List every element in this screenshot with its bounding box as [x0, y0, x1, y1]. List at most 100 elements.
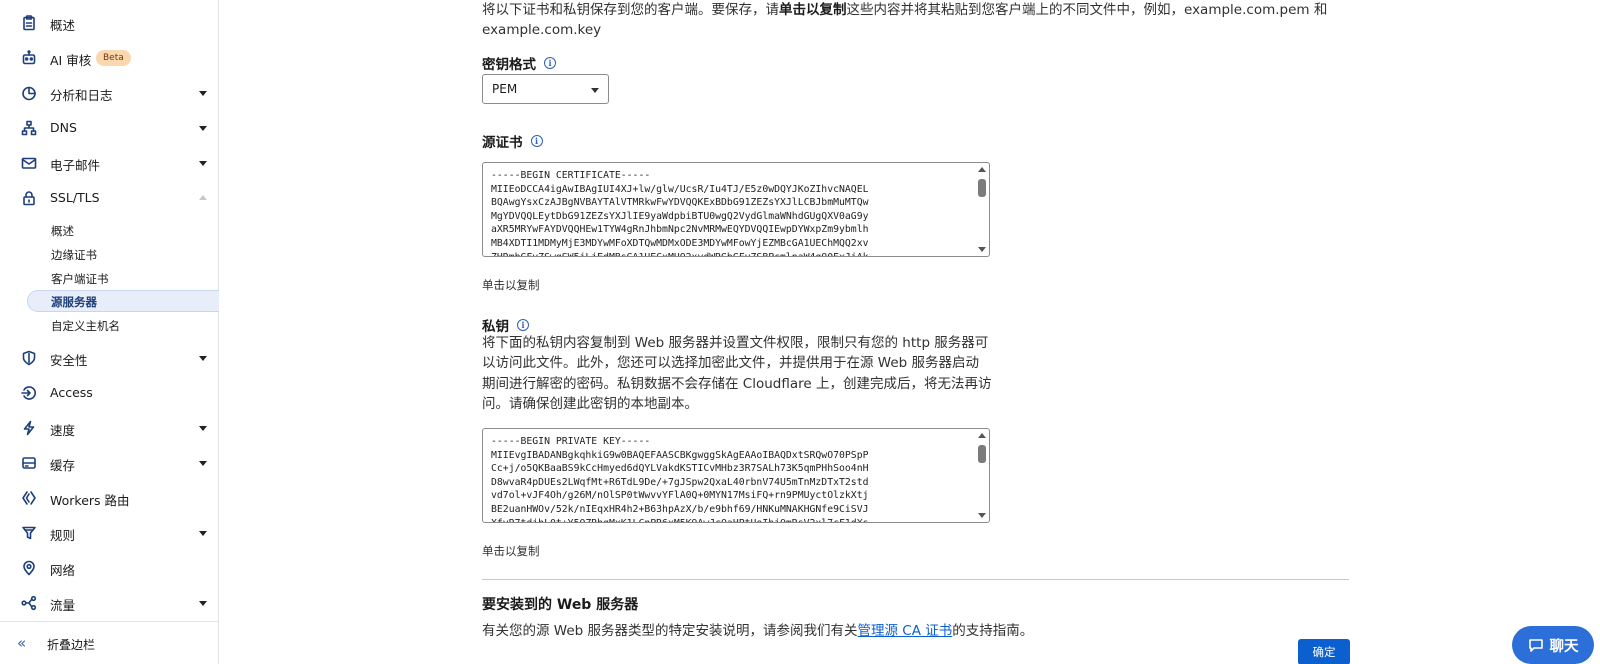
private-key-content: -----BEGIN PRIVATE KEY----- MIIEvgIBADAN… [491, 436, 869, 522]
sidebar-item-analytics[interactable]: 分析和日志 [0, 78, 218, 108]
traffic-icon [19, 593, 39, 613]
intro-text: 将以下证书和私钥保存到您的客户端。要保存，请单击以复制这些内容并将其粘贴到您客户… [482, 0, 1342, 40]
sidebar-item-label: Access [50, 385, 93, 400]
collapse-sidebar-label: 折叠边栏 [47, 638, 96, 652]
beta-badge: Beta [96, 50, 131, 66]
chevron-down-icon [199, 356, 207, 361]
shield-icon [19, 348, 39, 368]
key-format-value: PEM [492, 82, 518, 96]
sidebar-subitem-label: 自定义主机名 [51, 319, 120, 333]
chevron-down-icon [199, 126, 207, 131]
sidebar-subitem-custom-hostnames[interactable]: 自定义主机名 [0, 314, 218, 336]
access-icon [19, 383, 39, 403]
main-content: 将以下证书和私钥保存到您的客户端。要保存，请单击以复制这些内容并将其粘贴到您客户… [219, 0, 1600, 664]
double-chevron-left-icon: « [17, 634, 27, 652]
scroll-thumb[interactable] [978, 179, 986, 197]
sidebar-item-label: SSL/TLS [50, 190, 100, 205]
sidebar-item-workers-routes[interactable]: Workers 路由 [0, 483, 218, 513]
scroll-down-icon[interactable] [978, 247, 986, 252]
robot-icon [19, 48, 39, 68]
sidebar-item-label: DNS [50, 120, 77, 135]
origin-certificate-label-text: 源证书 [482, 135, 523, 151]
chevron-down-icon [199, 426, 207, 431]
private-key-scrollbar[interactable] [977, 431, 987, 520]
sidebar-item-label: 流量 [50, 598, 76, 613]
info-icon[interactable]: i [517, 319, 529, 331]
private-key-label: 私钥 i [482, 315, 529, 335]
private-key-textarea[interactable]: -----BEGIN PRIVATE KEY----- MIIEvgIBADAN… [482, 428, 990, 523]
sidebar-subitem-label: 边缘证书 [51, 248, 97, 262]
chevron-down-icon [199, 601, 207, 606]
sidebar-subitem-label: 概述 [51, 224, 74, 238]
sidebar-subitem-edge-certificates[interactable]: 边缘证书 [0, 243, 218, 265]
sidebar-item-access[interactable]: Access [0, 378, 218, 408]
sidebar-subitem-label: 源服务器 [51, 295, 97, 309]
manage-origin-ca-link[interactable]: 管理源 CA 证书 [858, 623, 953, 639]
key-format-label-text: 密钥格式 [482, 57, 536, 73]
scroll-up-icon[interactable] [978, 167, 986, 172]
cache-icon [19, 453, 39, 473]
key-format-label: 密钥格式 i [482, 53, 556, 73]
private-key-description: 将下面的私钥内容复制到 Web 服务器并设置文件权限，限制只有您的 http 服… [482, 335, 992, 412]
intro-text-prefix: 将以下证书和私钥保存到您的客户端。要保存，请 [482, 2, 779, 18]
sidebar-item-dns[interactable]: DNS [0, 113, 218, 143]
chat-bubble-icon [1528, 639, 1543, 652]
sidebar-item-email[interactable]: 电子邮件 [0, 148, 218, 178]
sidebar: 概述 AI 审核 Beta 分析和日志 DNS 电子邮件 SSL/TLS 概述 … [0, 0, 219, 664]
sidebar-item-traffic[interactable]: 流量 [0, 588, 218, 618]
scroll-down-icon[interactable] [978, 513, 986, 518]
lightning-icon [19, 418, 39, 438]
intro-text-bold: 单击以复制 [779, 2, 847, 18]
sidebar-item-label: Workers 路由 [50, 493, 130, 508]
sidebar-item-label: 缓存 [50, 458, 76, 473]
scroll-thumb[interactable] [978, 445, 986, 463]
key-format-select[interactable]: PEM [482, 74, 609, 104]
chevron-down-icon [591, 88, 599, 93]
origin-certificate-content: -----BEGIN CERTIFICATE----- MIIEoDCCA4ig… [491, 170, 869, 256]
sidebar-item-ssl-tls[interactable]: SSL/TLS [0, 183, 218, 213]
chat-button[interactable]: 聊天 [1512, 626, 1594, 664]
sidebar-item-speed[interactable]: 速度 [0, 413, 218, 443]
chevron-down-icon [199, 531, 207, 536]
section-divider [482, 579, 1349, 580]
info-icon[interactable]: i [544, 57, 556, 69]
lock-icon [19, 188, 39, 208]
sidebar-item-overview[interactable]: 概述 [0, 8, 218, 38]
clipboard-icon [19, 13, 39, 33]
sidebar-item-label: 网络 [50, 563, 76, 578]
network-tree-icon [19, 118, 39, 138]
web-server-section-description: 有关您的源 Web 服务器类型的特定安装说明，请参阅我们有关管理源 CA 证书的… [482, 619, 1033, 639]
chevron-down-icon [199, 161, 207, 166]
section-desc-suffix: 的支持指南。 [952, 623, 1034, 639]
info-icon[interactable]: i [530, 135, 543, 147]
sidebar-subitem-client-certificates[interactable]: 客户端证书 [0, 267, 218, 289]
chevron-down-icon [199, 461, 207, 466]
sidebar-subitem-origin-server[interactable]: 源服务器 [27, 290, 219, 312]
chevron-down-icon [199, 91, 207, 96]
copy-private-key-link[interactable]: 单击以复制 [482, 543, 540, 559]
collapse-sidebar-button[interactable]: « 折叠边栏 [0, 621, 218, 664]
chevron-up-icon [199, 195, 207, 200]
section-desc-prefix: 有关您的源 Web 服务器类型的特定安装说明，请参阅我们有关 [482, 623, 858, 639]
origin-certificate-scrollbar[interactable] [977, 165, 987, 254]
chat-button-label: 聊天 [1549, 638, 1579, 655]
copy-certificate-link[interactable]: 单击以复制 [482, 277, 540, 293]
sidebar-item-label: 分析和日志 [50, 88, 113, 103]
sidebar-item-network[interactable]: 网络 [0, 553, 218, 583]
private-key-label-text: 私钥 [482, 319, 509, 335]
sidebar-item-security[interactable]: 安全性 [0, 343, 218, 373]
sidebar-item-label: AI 审核 [50, 53, 92, 68]
sidebar-subitem-ssl-overview[interactable]: 概述 [0, 219, 218, 241]
origin-certificate-label: 源证书 i [482, 131, 543, 151]
sidebar-item-label: 速度 [50, 423, 76, 438]
location-pin-icon [19, 558, 39, 578]
confirm-button[interactable]: 确定 [1298, 639, 1350, 664]
sidebar-item-label: 安全性 [50, 353, 88, 368]
sidebar-item-cache[interactable]: 缓存 [0, 448, 218, 478]
origin-certificate-textarea[interactable]: -----BEGIN CERTIFICATE----- MIIEoDCCA4ig… [482, 162, 990, 257]
scroll-up-icon[interactable] [978, 433, 986, 438]
sidebar-item-ai-review[interactable]: AI 审核 Beta [0, 43, 218, 73]
workers-icon [19, 488, 39, 508]
funnel-icon [19, 523, 39, 543]
sidebar-item-rules[interactable]: 规则 [0, 518, 218, 548]
